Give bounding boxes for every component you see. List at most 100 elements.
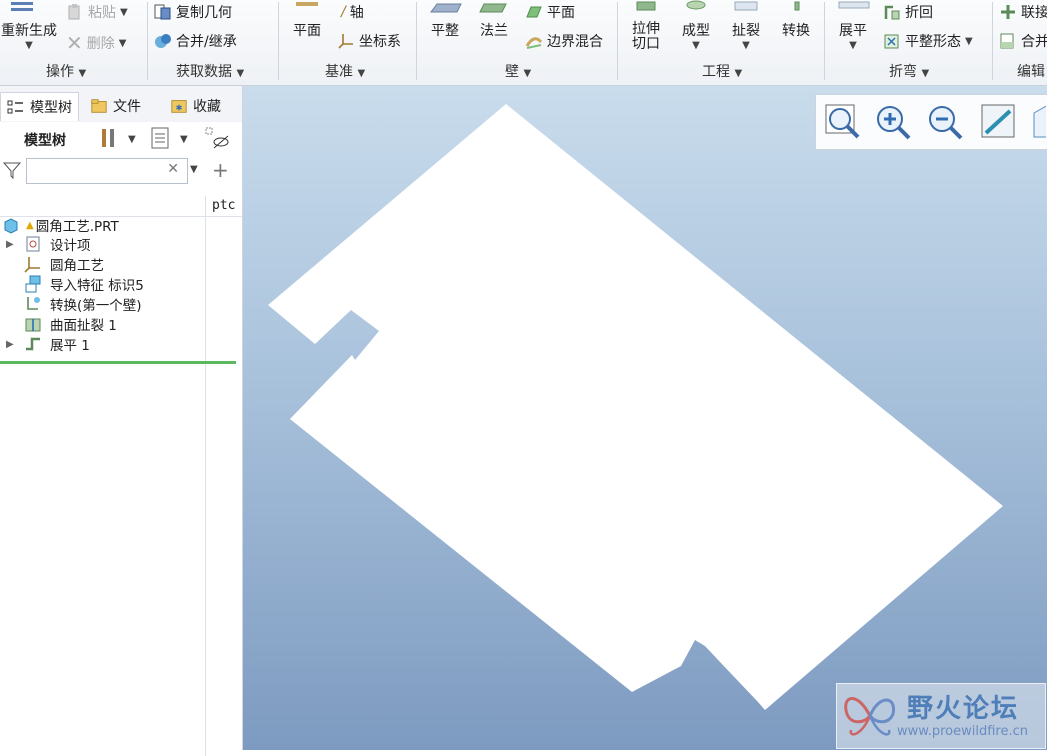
paste-button[interactable]: 粘贴 ▼	[66, 2, 128, 22]
refit-icon	[825, 104, 860, 139]
tab-model-tree-label: 模型树	[30, 100, 72, 116]
extrude-cut-button[interactable]: 拉伸 切口	[626, 0, 666, 52]
copy-geometry-button[interactable]: 复制几何	[154, 2, 232, 22]
chevron-down-icon[interactable]: ▼	[128, 134, 136, 145]
paste-icon	[68, 4, 80, 20]
svg-text:✱: ✱	[176, 103, 183, 113]
copy-geometry-label: 复制几何	[176, 5, 232, 21]
chevron-down-icon: ▼	[25, 40, 33, 51]
group-datum-label[interactable]: 基准 ▼	[325, 61, 365, 81]
repaint-button[interactable]	[978, 101, 1020, 143]
insert-indicator[interactable]	[0, 361, 236, 364]
tree-item-label: 导入特征 标识5	[50, 278, 144, 294]
refit-button[interactable]	[822, 101, 864, 143]
tree-item-unbend[interactable]: ▶ 展平 1	[6, 334, 90, 354]
csys-button[interactable]: 坐标系	[337, 31, 401, 51]
flat-state-label: 平整形态	[905, 34, 961, 50]
convert-label: 转换	[782, 23, 810, 39]
tab-favorites[interactable]: ✱ 收藏	[170, 92, 221, 120]
part-icon	[4, 218, 18, 234]
column-ptc[interactable]: ptc	[212, 198, 235, 213]
saved-views-button[interactable]	[1028, 101, 1046, 143]
graphics-viewport[interactable]	[243, 86, 1047, 750]
column-header: ptc	[0, 196, 242, 756]
form-label: 成型	[682, 23, 710, 39]
unbend-button[interactable]: 展平 ▼	[831, 0, 875, 51]
boundary-blend-button[interactable]: 边界混合	[525, 31, 603, 51]
merge-inherit-button[interactable]: 合并/继承	[154, 31, 237, 51]
group-operations: 重新生成 ▼ 粘贴 ▼ ✕ 删除 ▼ 操作 ▼	[0, 0, 147, 85]
tree-header: 模型树 ▼ ▼	[0, 124, 242, 154]
chevron-down-icon: ▼	[120, 6, 128, 18]
tree-item-root[interactable]: ▲ 圆角工艺.PRT	[2, 215, 119, 235]
show-button[interactable]	[150, 126, 172, 154]
favorites-icon: ✱	[171, 100, 187, 113]
group-engineering: 拉伸 切口 成型 ▼ 扯裂 ▼ 转换 工程 ▼	[618, 0, 823, 85]
regenerate-button[interactable]: 重新生成 ▼	[0, 0, 58, 51]
add-icon[interactable]: +	[212, 158, 229, 182]
group-engineering-label[interactable]: 工程 ▼	[702, 61, 742, 81]
tab-model-tree[interactable]: 模型树	[0, 92, 79, 121]
flat-state-icon	[884, 34, 899, 49]
delete-button[interactable]: ✕ 删除 ▼	[66, 31, 126, 55]
flat-wall-button[interactable]: 平整	[425, 0, 465, 40]
rip-button[interactable]: 扯裂 ▼	[726, 0, 766, 51]
datum-plane-icon	[287, 0, 327, 18]
merge-button[interactable]: 合并	[999, 31, 1047, 51]
tree-item-label: 圆角工艺	[50, 258, 104, 274]
column-divider[interactable]	[205, 196, 206, 756]
group-bend-label[interactable]: 折弯 ▼	[889, 61, 929, 81]
datum-plane-label: 平面	[293, 23, 321, 39]
flat-state-button[interactable]: 平整形态 ▼	[883, 31, 973, 51]
csys-label: 坐标系	[359, 34, 401, 50]
tree-item-design-items[interactable]: ▶ 设计项	[6, 234, 91, 254]
convert-button[interactable]: 转换	[776, 0, 816, 40]
extrude-cut-icon	[626, 0, 666, 18]
flat-wall-label: 平整	[431, 23, 459, 39]
tab-files[interactable]: 文件	[90, 92, 141, 120]
group-edit-label[interactable]: 编辑	[1017, 61, 1045, 81]
model-tree-icon	[7, 100, 23, 114]
group-operations-label[interactable]: 操作 ▼	[46, 61, 86, 81]
settings-button[interactable]	[96, 126, 120, 154]
watermark: 野火论坛 www.proewildfire.cn	[836, 683, 1046, 749]
tree-item-surface-rip[interactable]: 曲面扯裂 1	[24, 314, 117, 334]
tree-item-import-feature[interactable]: 导入特征 标识5	[24, 274, 144, 294]
filter-input[interactable]: ✕	[26, 158, 188, 184]
regenerate-icon	[0, 0, 58, 18]
chevron-down-icon[interactable]: ▼	[190, 164, 198, 175]
datum-plane-button[interactable]: 平面	[287, 0, 327, 40]
join-label: 联接	[1021, 5, 1047, 21]
plane-wall-button[interactable]: 平面	[525, 2, 575, 22]
form-icon	[676, 0, 716, 18]
group-edit: 联接 合并 编辑	[993, 0, 1047, 85]
zoom-out-button[interactable]	[924, 101, 966, 143]
tree-item-label: 曲面扯裂 1	[50, 318, 117, 334]
chevron-down-icon: ▼	[965, 35, 973, 47]
tree-item-csys[interactable]: 圆角工艺	[24, 254, 104, 274]
group-bend: 展平 ▼ 折回 平整形态 ▼ 折弯 ▼	[825, 0, 992, 85]
tools-icon	[102, 129, 114, 147]
hide-button[interactable]	[204, 126, 230, 154]
filter-icon[interactable]	[2, 160, 22, 180]
form-button[interactable]: 成型 ▼	[676, 0, 716, 51]
zoom-in-button[interactable]	[872, 101, 914, 143]
zoom-out-icon	[929, 106, 963, 140]
flange-button[interactable]: 法兰	[474, 0, 514, 40]
group-get-data-label[interactable]: 获取数据 ▼	[176, 61, 244, 81]
tree-item-convert[interactable]: 转换(第一个壁)	[24, 294, 142, 314]
expand-icon[interactable]: ▶	[6, 239, 24, 250]
join-button[interactable]: 联接	[999, 2, 1047, 22]
design-items-icon	[26, 236, 40, 252]
merge-icon	[1000, 33, 1014, 49]
bend-back-button[interactable]: 折回	[883, 2, 933, 22]
clear-icon[interactable]: ✕	[167, 161, 179, 177]
chevron-down-icon[interactable]: ▼	[180, 134, 188, 145]
chevron-down-icon: ▼	[849, 40, 857, 51]
expand-icon[interactable]: ▶	[6, 339, 24, 350]
watermark-url: www.proewildfire.cn	[897, 724, 1028, 739]
group-wall-label[interactable]: 壁 ▼	[505, 61, 531, 81]
csys-icon	[338, 34, 353, 49]
tree-item-label: 圆角工艺.PRT	[35, 219, 119, 235]
axis-button[interactable]: / 轴	[341, 2, 364, 22]
